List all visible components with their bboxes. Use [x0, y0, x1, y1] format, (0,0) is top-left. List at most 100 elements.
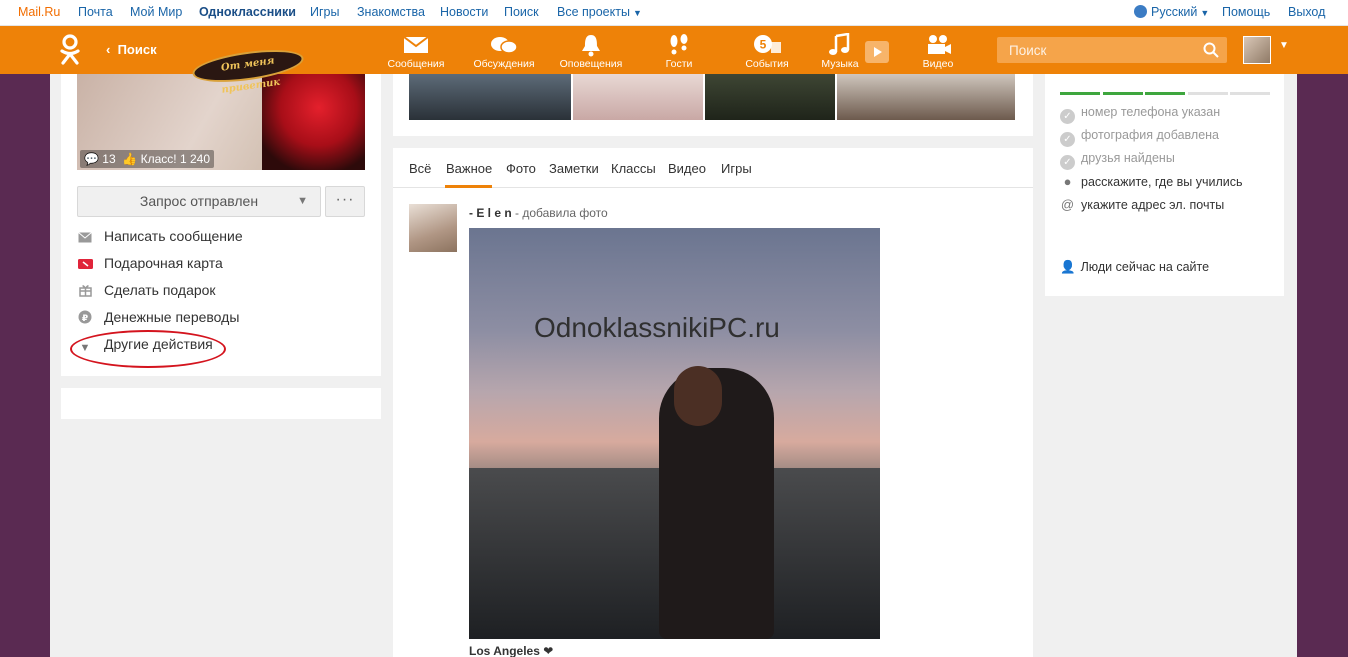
language-selector[interactable]: Русский ▼: [1134, 5, 1209, 19]
completed-friends: ✓ друзья найдены: [1060, 151, 1175, 170]
ok-logo-icon[interactable]: [58, 34, 82, 66]
nav-label: Сообщения: [387, 58, 445, 70]
progress-segment: [1187, 92, 1228, 95]
tab-games[interactable]: Игры: [721, 161, 752, 176]
search-input[interactable]: [997, 37, 1197, 63]
triangle-down-icon: ▼: [297, 195, 308, 207]
request-label: Запрос отправлен: [139, 193, 259, 209]
nav-guests[interactable]: Гости: [644, 32, 714, 70]
back-label: Поиск: [117, 42, 157, 57]
people-online-link[interactable]: 👤 Люди сейчас на сайте: [1060, 260, 1209, 275]
check-icon: ✓: [1060, 155, 1075, 170]
nav-notifications[interactable]: Оповещения: [556, 32, 626, 70]
nav-discussions[interactable]: Обсуждения: [469, 32, 539, 70]
play-icon[interactable]: [865, 41, 889, 63]
tab-important[interactable]: Важное: [446, 161, 492, 176]
action-write-message[interactable]: Написать сообщение: [78, 228, 243, 248]
tab-photo[interactable]: Фото: [506, 161, 536, 176]
tab-video[interactable]: Видео: [668, 161, 706, 176]
poisk-link[interactable]: Поиск: [504, 5, 539, 19]
completed-label: друзья найдены: [1081, 151, 1175, 165]
action-money-transfer[interactable]: ₽ Денежные переводы: [78, 309, 239, 329]
progress-segment: [1230, 92, 1270, 95]
mailru-topbar: Mail.Ru Почта Мой Мир Одноклассники Игры…: [0, 0, 1348, 26]
events-icon: 5: [732, 32, 802, 58]
people-online-label: Люди сейчас на сайте: [1080, 260, 1210, 274]
search-icon[interactable]: [1203, 42, 1219, 58]
logout-link[interactable]: Выход: [1288, 5, 1325, 19]
moy-mir-link[interactable]: Мой Мир: [130, 5, 182, 19]
person-icon: 👤: [1060, 260, 1076, 274]
chevron-down-icon: ▼: [632, 8, 642, 18]
completed-photo: ✓ фотография добавлена: [1060, 128, 1219, 147]
nav-label: Оповещения: [559, 58, 623, 70]
todo-email[interactable]: @ укажите адрес эл. почты: [1060, 197, 1224, 212]
ruble-icon: ₽: [78, 310, 92, 324]
check-icon: ✓: [1060, 109, 1075, 124]
photo-thumbnail[interactable]: [409, 74, 571, 120]
all-projects-label: Все проекты: [557, 5, 630, 19]
pochta-link[interactable]: Почта: [78, 5, 113, 19]
envelope-icon: [78, 232, 92, 246]
photo-thumbnail[interactable]: [705, 74, 835, 120]
post-author-avatar[interactable]: [409, 204, 457, 252]
back-to-search[interactable]: ‹ Поиск: [106, 42, 157, 57]
chevron-down-icon[interactable]: ▼: [1279, 40, 1289, 51]
envelope-icon: [381, 32, 451, 58]
nav-messages[interactable]: Сообщения: [381, 32, 451, 70]
watermark: OdnoklassnikiPC.ru: [534, 312, 780, 343]
nav-label: Гости: [665, 58, 693, 70]
action-gift-card[interactable]: Подарочная карта: [78, 255, 223, 275]
todo-education[interactable]: ● расскажите, где вы учились: [1060, 174, 1243, 189]
progress-segment: [1060, 92, 1100, 95]
all-projects-link[interactable]: Все проекты ▼: [557, 5, 642, 19]
footprints-icon: [644, 32, 714, 58]
odnoklassniki-link[interactable]: Одноклассники: [199, 5, 296, 19]
events-badge: 5: [760, 38, 767, 52]
post-author[interactable]: - E l e n: [469, 206, 512, 220]
check-icon: ✓: [1060, 132, 1075, 147]
active-tab-indicator: [445, 185, 492, 188]
progress-segment: [1102, 92, 1143, 95]
help-link[interactable]: Помощь: [1222, 5, 1270, 19]
igry-link[interactable]: Игры: [310, 5, 339, 19]
location-pin-icon: ●: [1063, 174, 1072, 189]
action-label: Подарочная карта: [104, 255, 223, 271]
completed-phone: ✓ номер телефона указан: [1060, 105, 1220, 124]
nav-label: Обсуждения: [473, 58, 535, 70]
nav-label: События: [745, 58, 789, 70]
tab-notes[interactable]: Заметки: [549, 161, 599, 176]
nav-label: Видео: [922, 58, 954, 70]
user-avatar[interactable]: [1243, 36, 1271, 64]
completed-label: номер телефона указан: [1081, 105, 1221, 119]
tab-classes[interactable]: Классы: [611, 161, 656, 176]
completed-label: фотография добавлена: [1081, 128, 1219, 142]
todo-label: укажите адрес эл. почты: [1081, 198, 1225, 212]
likes-count: Класс! 1 240: [140, 152, 210, 166]
like-icon: 👍: [122, 152, 138, 166]
tab-all[interactable]: Всё: [409, 161, 431, 176]
gift-icon: [78, 284, 92, 298]
nav-video[interactable]: Видео: [903, 32, 973, 70]
chevron-left-icon: ‹: [106, 42, 118, 57]
post-photo[interactable]: [469, 228, 880, 639]
left-secondary-card: [61, 388, 381, 419]
znakomstva-link[interactable]: Знакомства: [357, 5, 425, 19]
photo-thumbnail[interactable]: [837, 74, 1015, 120]
more-options-button[interactable]: ···: [325, 186, 365, 217]
mailru-link[interactable]: Mail.Ru: [18, 5, 60, 19]
request-sent-button[interactable]: Запрос отправлен ▼: [77, 186, 321, 217]
nav-events[interactable]: 5 События: [732, 32, 802, 70]
post-caption: Los Angeles ❤: [469, 644, 554, 657]
action-make-gift[interactable]: Сделать подарок: [78, 282, 216, 302]
action-label: Написать сообщение: [104, 228, 243, 244]
progress-segment: [1145, 92, 1185, 95]
bell-icon: [556, 32, 626, 58]
post-header: - E l e n - добавила фото: [469, 206, 608, 220]
globe-icon: [1134, 5, 1147, 18]
at-sign-icon: @: [1060, 197, 1075, 212]
todo-label: расскажите, где вы учились: [1081, 175, 1243, 189]
photo-thumbnail[interactable]: [573, 74, 703, 120]
novosti-link[interactable]: Новости: [440, 5, 488, 19]
svg-text:₽: ₽: [82, 314, 88, 324]
